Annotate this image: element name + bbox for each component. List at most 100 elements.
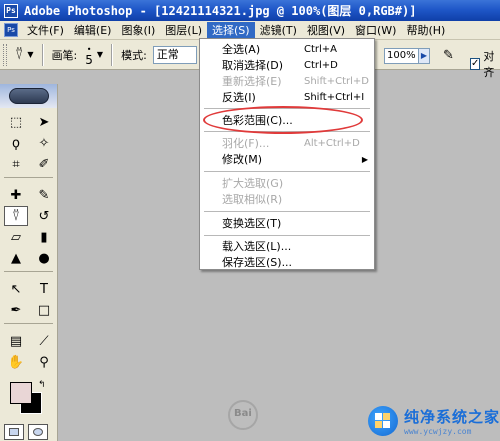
quick-mask-row (0, 422, 57, 441)
menu-item-select-all[interactable]: 全选(A) Ctrl+A (200, 41, 374, 57)
menu-window[interactable]: 窗口(W) (350, 22, 401, 39)
quick-mask-mode-icon[interactable] (28, 424, 48, 440)
chevron-down-icon[interactable]: ▼ (97, 50, 103, 59)
brand-watermark: 纯净系统之家 www.ycwjzy.com (368, 400, 500, 441)
menu-edit[interactable]: 编辑(E) (69, 22, 117, 39)
menu-item-shortcut: Alt+Ctrl+D (304, 137, 360, 149)
menu-help[interactable]: 帮助(H) (401, 22, 450, 39)
menu-item-reselect: 重新选择(E) Shift+Ctrl+D (200, 73, 374, 89)
brush-preset-picker[interactable]: • 5 (85, 45, 93, 67)
menu-item-inverse[interactable]: 反选(I) Shift+Ctrl+I (200, 89, 374, 105)
windows-logo-icon (368, 405, 398, 436)
menu-item-color-range[interactable]: 色彩范围(C)... (200, 112, 374, 128)
brand-text: 纯净系统之家 www.ycwjzy.com (404, 406, 500, 436)
opacity-arrow-icon[interactable]: ▶ (418, 48, 430, 64)
brush-tool-icon[interactable]: ✎ (32, 185, 56, 205)
menu-item-save-selection[interactable]: 保存选区(S)... (200, 254, 374, 270)
menu-item-transform-selection[interactable]: 变换选区(T) (200, 215, 374, 231)
menu-item-deselect[interactable]: 取消选择(D) Ctrl+D (200, 57, 374, 73)
type-tool-icon[interactable]: T (32, 279, 56, 299)
opacity-field[interactable]: 100% (384, 48, 420, 64)
history-brush-icon[interactable]: ↺ (32, 206, 56, 226)
standard-mode-icon[interactable] (4, 424, 24, 440)
menu-item-label: 修改(M) (222, 153, 263, 166)
menu-item-label: 全选(A) (222, 43, 261, 56)
menu-file[interactable]: 文件(F) (22, 22, 69, 39)
brand-name: 纯净系统之家 (404, 407, 500, 426)
menu-item-shortcut: Ctrl+D (304, 59, 338, 71)
swap-colors-icon[interactable]: ↰ (38, 380, 46, 390)
divider (41, 43, 44, 66)
divider (111, 43, 114, 66)
menu-item-modify[interactable]: 修改(M) ▶ (200, 151, 374, 167)
menu-separator (204, 108, 370, 109)
tool-grid: ▤ ⟋ ✋ ⚲ (0, 327, 57, 372)
menu-item-label: 扩大选取(G) (222, 177, 284, 190)
options-grip[interactable] (3, 43, 7, 66)
menu-select[interactable]: 选择(S) (207, 21, 255, 39)
menu-item-grow: 扩大选取(G) (200, 175, 374, 191)
adobe-eye-icon[interactable] (8, 88, 49, 104)
marquee-tool-icon[interactable]: ⬚ (4, 112, 28, 132)
path-selection-icon[interactable]: ↖ (4, 279, 28, 299)
shape-tool-icon[interactable]: □ (32, 300, 56, 320)
window-title: Adobe Photoshop - [12421114321.jpg @ 100… (24, 4, 417, 18)
menu-item-label: 载入选区(L)... (222, 240, 292, 253)
divider (4, 323, 53, 324)
crop-tool-icon[interactable]: ⌗ (4, 154, 28, 174)
checkbox-box: ✓ (470, 58, 481, 70)
healing-brush-icon[interactable]: ✚ (4, 185, 28, 205)
brush-size: 5 (85, 52, 93, 67)
color-swatches: ↰ (4, 378, 53, 422)
eraser-tool-icon[interactable]: ▱ (4, 227, 28, 247)
mode-select[interactable]: 正常 (152, 45, 197, 64)
menu-item-label: 取消选择(D) (222, 59, 284, 72)
menu-separator (204, 211, 370, 212)
foreground-color-swatch[interactable] (10, 382, 32, 404)
photoshop-small-icon[interactable]: Ps (4, 23, 18, 37)
menu-item-label: 变换选区(T) (222, 217, 282, 230)
slice-tool-icon[interactable]: ✐ (32, 154, 56, 174)
chevron-down-icon[interactable]: ▼ (27, 50, 33, 59)
menu-image[interactable]: 图象(I) (116, 22, 160, 39)
blur-tool-icon[interactable]: ▲ (4, 248, 28, 268)
airbrush-icon[interactable]: ✎ (443, 48, 454, 63)
tool-grid: ⬚ ➤ ϙ ✧ ⌗ ✐ (0, 108, 57, 174)
gradient-tool-icon[interactable]: ▮ (32, 227, 56, 247)
menu-separator (204, 171, 370, 172)
brush-label: 画笔: (51, 48, 78, 62)
title-bar: Ps Adobe Photoshop - [12421114321.jpg @ … (0, 0, 500, 21)
menu-item-shortcut: Shift+Ctrl+I (304, 91, 365, 103)
menu-item-similar: 选取相似(R) (200, 191, 374, 207)
menu-separator (204, 131, 370, 132)
menu-item-load-selection[interactable]: 载入选区(L)... (200, 238, 374, 254)
lasso-tool-icon[interactable]: ϙ (4, 133, 28, 153)
photoshop-logo-icon: Ps (4, 3, 18, 18)
select-menu-dropdown: 全选(A) Ctrl+A 取消选择(D) Ctrl+D 重新选择(E) Shif… (199, 38, 375, 270)
dodge-tool-icon[interactable]: ● (32, 248, 56, 268)
menu-filter[interactable]: 滤镜(T) (255, 22, 302, 39)
eyedropper-tool-icon[interactable]: ⟋ (32, 331, 56, 351)
menu-layer[interactable]: 图层(L) (160, 22, 207, 39)
menu-view[interactable]: 视图(V) (302, 22, 350, 39)
menu-separator (204, 235, 370, 236)
menu-item-label: 选取相似(R) (222, 193, 283, 206)
zoom-tool-icon[interactable]: ⚲ (32, 352, 56, 372)
pen-tool-icon[interactable]: ✒ (4, 300, 28, 320)
clone-stamp-tool-icon[interactable]: ⍢ (4, 206, 28, 226)
menu-item-label: 保存选区(S)... (222, 256, 293, 269)
divider (4, 271, 53, 272)
hand-tool-icon[interactable]: ✋ (4, 352, 28, 372)
mode-label: 模式: (121, 48, 147, 62)
brand-url: www.ycwjzy.com (404, 426, 472, 436)
clone-stamp-icon[interactable]: ⍢ (15, 47, 23, 63)
toolbox: ⬚ ➤ ϙ ✧ ⌗ ✐ ✚ ✎ ⍢ ↺ ▱ ▮ ▲ ● ↖ T ✒ □ ▤ ⟋ … (0, 84, 58, 441)
toolbox-header[interactable] (0, 84, 57, 108)
menu-item-label: 色彩范围(C)... (222, 114, 293, 127)
move-tool-icon[interactable]: ➤ (32, 112, 56, 132)
tool-grid: ✚ ✎ ⍢ ↺ ▱ ▮ ▲ ● (0, 181, 57, 268)
magic-wand-icon[interactable]: ✧ (32, 133, 56, 153)
menu-item-shortcut: Ctrl+A (304, 43, 338, 55)
notes-tool-icon[interactable]: ▤ (4, 331, 28, 351)
aligned-checkbox[interactable]: ✓ 对齐 (470, 48, 500, 80)
